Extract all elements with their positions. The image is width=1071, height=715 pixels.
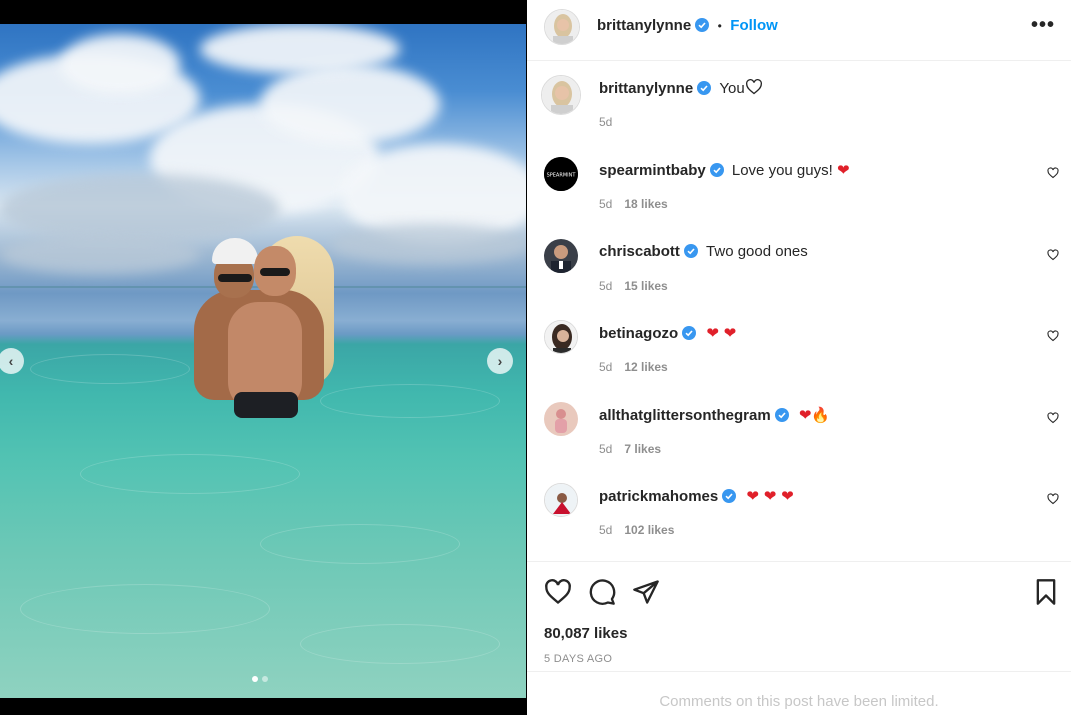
post-actions: 80,087 likes 5 DAYS AGO [527,561,1071,671]
likes-count[interactable]: 80,087 likes [544,625,627,642]
comment-username[interactable]: brittanylynne [599,80,693,97]
caption-age: 5d [599,115,613,129]
verified-badge-icon [697,81,712,95]
commenter-avatar[interactable]: SPEARMINT [544,157,578,191]
carousel-dot [262,676,268,682]
commenter-avatar[interactable] [544,320,578,354]
chevron-left-icon: ‹ [8,353,14,369]
heart-icon[interactable] [1047,493,1059,505]
comment-emoji: ❤ [836,161,850,179]
carousel-dot-active [252,676,258,682]
comment-likes[interactable]: 18 likes [624,197,667,211]
commenter-avatar[interactable] [544,239,578,273]
comment-username[interactable]: betinagozo [599,325,678,342]
comment-username[interactable]: spearmintbaby [599,162,706,179]
comment-likes[interactable]: 7 likes [624,442,661,456]
comment-likes[interactable]: 15 likes [624,279,667,293]
author-username[interactable]: brittanylynne [597,17,691,34]
post-photo[interactable] [0,24,526,698]
heart-icon[interactable] [1047,249,1059,261]
heart-icon[interactable] [1047,412,1059,424]
post-date: 5 DAYS AGO [544,653,613,665]
comment-username[interactable]: patrickmahomes [599,488,718,505]
verified-badge-icon [774,408,789,422]
heart-outline-icon [745,79,762,95]
commenter-avatar[interactable] [544,483,578,517]
carousel-indicator [252,676,268,682]
comment-text: Love you guys! [731,162,833,179]
comment-age: 5d [599,360,613,374]
comment-age: 5d [599,279,613,293]
comment-age: 5d [599,523,613,537]
caption-text: You [719,80,745,97]
heart-icon[interactable] [1047,330,1059,342]
header-separator: • [717,19,722,33]
paper-plane-icon[interactable] [632,578,660,606]
verified-badge-icon [695,18,710,32]
author-avatar[interactable] [544,9,580,45]
comment-age: 5d [599,442,613,456]
follow-button[interactable]: Follow [730,17,778,34]
comment-emoji: ❤ ❤ [706,324,737,342]
comment-likes[interactable]: 102 likes [624,523,674,537]
comments-limited-notice: Comments on this post have been limited. [527,671,1071,715]
comment-age: 5d [599,197,613,211]
author-avatar[interactable] [541,75,581,115]
commenter-avatar[interactable] [544,402,578,436]
verified-badge-icon [683,244,698,258]
bookmark-icon[interactable] [1032,578,1060,606]
verified-badge-icon [722,489,737,503]
comments-list[interactable]: brittanylynne You 5d SPEARMINT spearmint… [527,62,1071,560]
heart-icon[interactable] [1047,167,1059,179]
comment-bubble-icon[interactable] [588,578,616,606]
carousel-next-button[interactable]: › [487,348,513,374]
comment-emoji: ❤🔥 [798,406,831,424]
comment-likes[interactable]: 12 likes [624,360,667,374]
comment-username[interactable]: allthatglittersonthegram [599,407,771,424]
chevron-right-icon: › [497,353,503,369]
comment-text: Two good ones [706,243,808,260]
post-media: ‹ › [0,0,526,715]
photo-subjects [190,232,340,422]
post-sidebar: brittanylynne • Follow ••• brittanylynne… [527,0,1071,715]
comment-username[interactable]: chriscabott [599,243,680,260]
more-options-icon[interactable]: ••• [1031,14,1055,37]
heart-icon[interactable] [544,578,572,606]
verified-badge-icon [709,163,724,177]
comment-emoji: ❤ ❤ ❤ [746,487,794,505]
post-header: brittanylynne • Follow ••• [527,0,1071,61]
spearmint-logo-text: SPEARMINT [547,173,577,179]
verified-badge-icon [682,326,697,340]
